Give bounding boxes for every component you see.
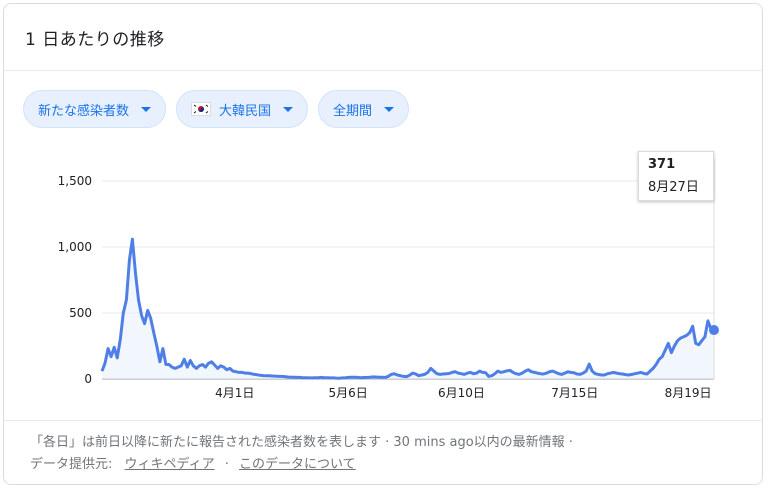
x-tick-label: 6月10日 (438, 386, 485, 400)
y-tick-label: 0 (84, 372, 92, 386)
metric-dropdown-label: 新たな感染者数 (38, 103, 130, 119)
footer-source-row: データ提供元: ウィキペディア · このデータについて (30, 454, 762, 476)
dropdown-arrow-icon (283, 106, 294, 112)
period-dropdown-label: 全期間 (333, 103, 373, 119)
source-label: データ提供元: (30, 457, 113, 472)
dropdown-arrow-icon (141, 106, 152, 112)
y-tick-label: 1,500 (58, 174, 92, 188)
footer-separator: · (224, 457, 229, 472)
y-tick-label: 1,000 (58, 240, 92, 254)
dropdown-arrow-icon (384, 106, 395, 112)
metric-dropdown[interactable]: 新たな感染者数 (23, 90, 167, 128)
series-area (102, 239, 714, 379)
korea-flag-icon (191, 102, 212, 116)
chart-tooltip: 371 8月27日 (638, 151, 714, 201)
region-dropdown[interactable]: 大韓民国 (176, 90, 309, 128)
tooltip-date: 8月27日 (648, 180, 699, 195)
footer-note: 「各日」は前日以降に新たに報告された感染者数を表します · 30 mins ag… (30, 435, 573, 450)
x-tick-label: 8月19日 (665, 386, 712, 400)
card-header: 1 日あたりの推移 (4, 4, 762, 71)
series-line (100, 237, 715, 380)
highlight-point[interactable] (709, 325, 719, 336)
region-dropdown-label: 大韓民国 (219, 103, 272, 119)
filter-chips: 新たな感染者数 大韓民国 全期間 (23, 90, 410, 128)
card-footer: 「各日」は前日以降に新たに報告された感染者数を表します · 30 mins ag… (4, 420, 762, 484)
y-tick-label: 500 (69, 306, 92, 320)
stats-card: 1 日あたりの推移 新たな感染者数 大韓民国 全期間 0 500 1,000 1… (3, 3, 763, 485)
about-data-link[interactable]: このデータについて (239, 457, 356, 472)
period-dropdown[interactable]: 全期間 (318, 90, 410, 128)
card-title: 1 日あたりの推移 (25, 29, 165, 50)
x-tick-label: 4月1日 (215, 386, 254, 400)
wikipedia-link[interactable]: ウィキペディア (125, 457, 215, 472)
x-tick-label: 5月6日 (328, 386, 367, 400)
tooltip-value: 371 (648, 157, 676, 172)
x-tick-label: 7月15日 (551, 386, 598, 400)
